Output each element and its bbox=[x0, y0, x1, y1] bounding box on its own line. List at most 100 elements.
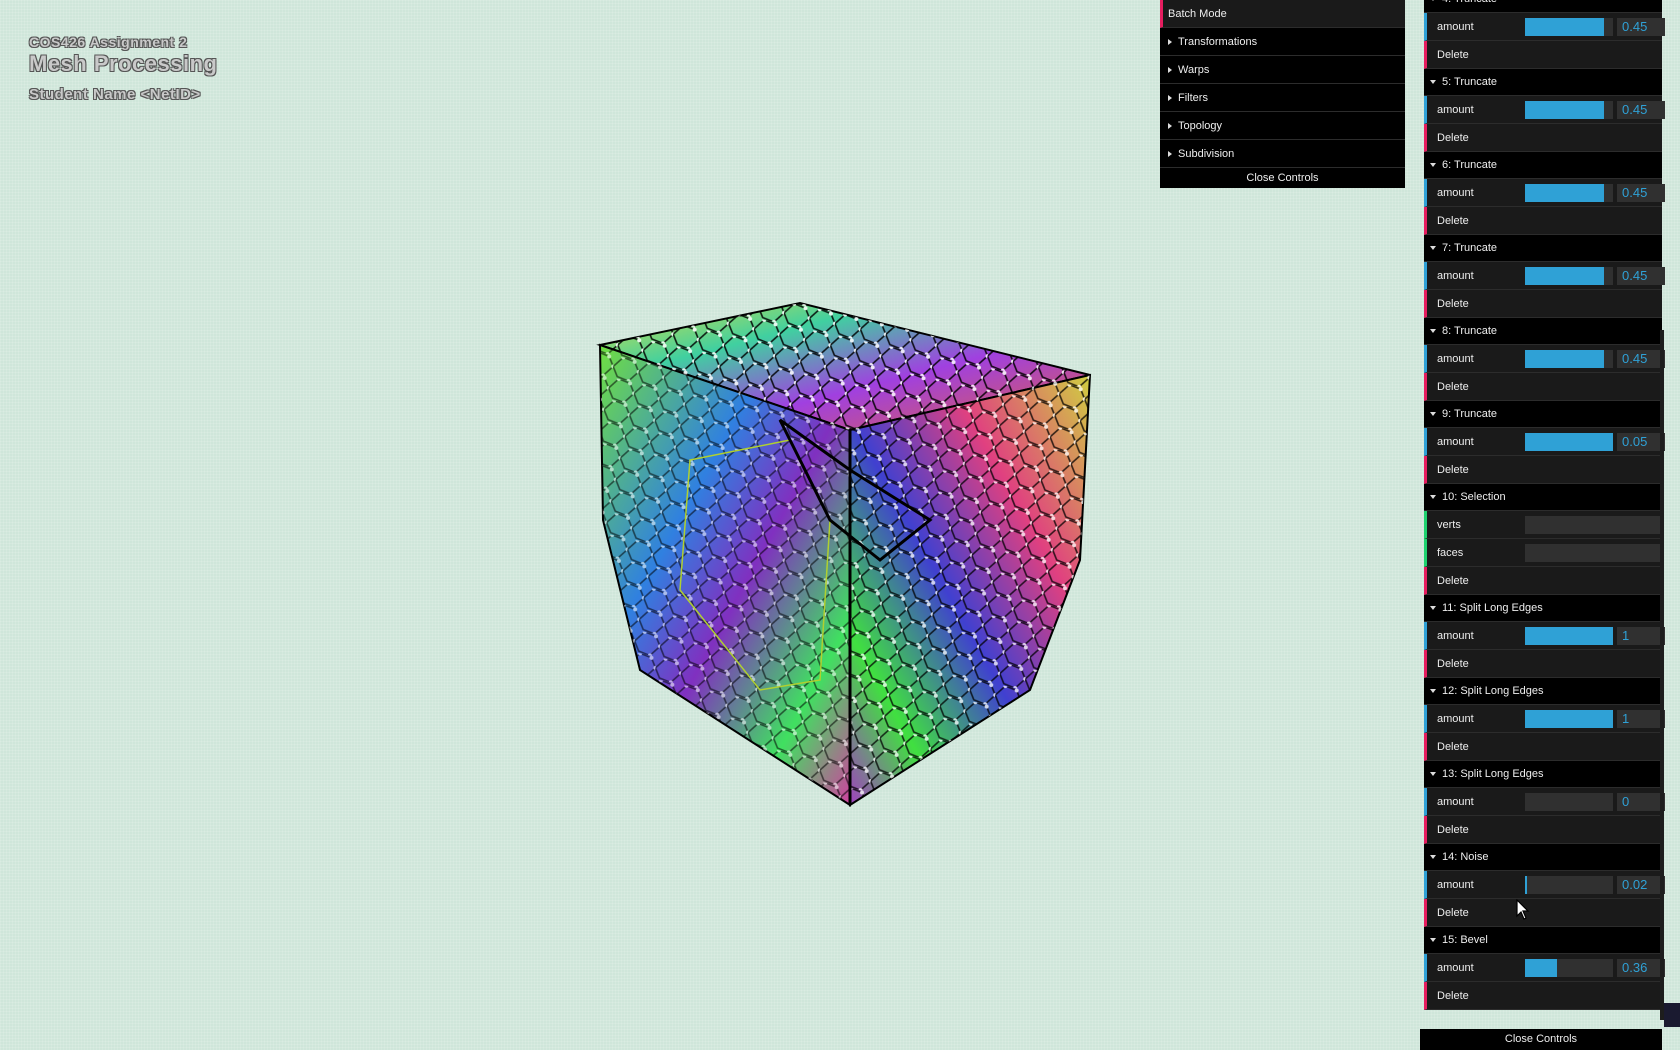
folder-warps[interactable]: Warps bbox=[1160, 56, 1405, 84]
delete-button[interactable]: Delete bbox=[1424, 290, 1662, 318]
property-label: amount bbox=[1437, 435, 1474, 448]
amount-value-input[interactable]: 0.45 bbox=[1617, 100, 1665, 119]
delete-button[interactable]: Delete bbox=[1424, 899, 1662, 927]
slider-fill bbox=[1525, 432, 1613, 451]
delete-button[interactable]: Delete bbox=[1424, 41, 1662, 69]
filter-title: 12: Split Long Edges bbox=[1442, 685, 1544, 697]
delete-button[interactable]: Delete bbox=[1424, 456, 1662, 484]
amount-value-input[interactable]: 0.36 bbox=[1617, 958, 1665, 977]
delete-button[interactable]: Delete bbox=[1424, 124, 1662, 152]
property-row: amount 1 bbox=[1424, 705, 1665, 733]
close-controls-button-2[interactable]: Close Controls bbox=[1420, 1029, 1662, 1050]
property-row: verts bbox=[1424, 511, 1663, 539]
delete-button[interactable]: Delete bbox=[1424, 373, 1662, 401]
mesh-viewport[interactable] bbox=[0, 0, 1160, 1050]
expanded-arrow-icon bbox=[1430, 772, 1436, 776]
amount-value-input[interactable]: 1 bbox=[1617, 709, 1665, 728]
amount-value-input[interactable]: 0.45 bbox=[1617, 17, 1665, 36]
panel-scrollbar[interactable] bbox=[1660, 330, 1664, 1020]
batch-mode-item[interactable]: Batch Mode bbox=[1160, 0, 1405, 28]
filter-title: 9: Truncate bbox=[1442, 408, 1498, 420]
property-label: amount bbox=[1437, 878, 1474, 891]
delete-button[interactable]: Delete bbox=[1424, 733, 1662, 761]
amount-value-input[interactable]: 1 bbox=[1617, 626, 1665, 645]
property-label: amount bbox=[1437, 352, 1474, 365]
amount-slider[interactable] bbox=[1525, 792, 1613, 811]
property-row: amount 0.05 bbox=[1424, 428, 1665, 456]
amount-value-input[interactable]: 0.45 bbox=[1617, 183, 1665, 202]
amount-slider[interactable] bbox=[1525, 17, 1613, 36]
filter-title: 10: Selection bbox=[1442, 491, 1506, 503]
collapsed-arrow-icon bbox=[1168, 94, 1172, 101]
amount-slider[interactable] bbox=[1525, 875, 1613, 894]
amount-value-input[interactable]: 0.02 bbox=[1617, 875, 1665, 894]
filter-folder[interactable]: 10: Selection bbox=[1424, 484, 1662, 511]
amount-value-input[interactable]: 0.05 bbox=[1617, 432, 1665, 451]
expanded-arrow-icon bbox=[1430, 246, 1436, 250]
delete-label: Delete bbox=[1437, 823, 1469, 836]
delete-button[interactable]: Delete bbox=[1424, 816, 1662, 844]
folder-subdivision[interactable]: Subdivision bbox=[1160, 140, 1405, 168]
property-row: amount 0.45 bbox=[1424, 345, 1665, 373]
amount-slider[interactable] bbox=[1525, 958, 1613, 977]
filter-folder[interactable]: 15: Bevel bbox=[1424, 927, 1662, 954]
amount-slider[interactable] bbox=[1525, 183, 1613, 202]
filter-folder[interactable]: 11: Split Long Edges bbox=[1424, 595, 1662, 622]
expanded-arrow-icon bbox=[1430, 412, 1436, 416]
delete-label: Delete bbox=[1437, 380, 1469, 393]
expanded-arrow-icon bbox=[1430, 938, 1436, 942]
slider-fill bbox=[1525, 266, 1605, 285]
amount-slider[interactable] bbox=[1525, 709, 1613, 728]
filter-title: 4: Truncate bbox=[1442, 0, 1497, 5]
delete-button[interactable]: Delete bbox=[1424, 650, 1662, 678]
filter-folder[interactable]: 9: Truncate bbox=[1424, 401, 1662, 428]
delete-label: Delete bbox=[1437, 214, 1469, 227]
delete-label: Delete bbox=[1437, 906, 1469, 919]
delete-label: Delete bbox=[1437, 574, 1469, 587]
filter-folder[interactable]: 7: Truncate bbox=[1424, 235, 1662, 262]
amount-slider[interactable] bbox=[1525, 349, 1613, 368]
slider-fill bbox=[1525, 349, 1605, 368]
delete-button[interactable]: Delete bbox=[1424, 207, 1662, 235]
slider-fill bbox=[1525, 958, 1557, 977]
filter-folder[interactable]: 4: Truncate bbox=[1424, 0, 1662, 13]
close-controls-button[interactable]: Close Controls bbox=[1160, 168, 1405, 188]
delete-label: Delete bbox=[1437, 463, 1469, 476]
filter-folder[interactable]: 13: Split Long Edges bbox=[1424, 761, 1662, 788]
filter-folder[interactable]: 6: Truncate bbox=[1424, 152, 1662, 179]
amount-slider[interactable] bbox=[1525, 626, 1613, 645]
amount-slider[interactable] bbox=[1525, 432, 1613, 451]
property-label: amount bbox=[1437, 712, 1474, 725]
scrollbar-thumb[interactable] bbox=[1664, 1003, 1680, 1027]
folder-label: Transformations bbox=[1178, 35, 1258, 48]
property-label: amount bbox=[1437, 269, 1474, 282]
batch-mode-label: Batch Mode bbox=[1168, 7, 1227, 20]
property-label: verts bbox=[1437, 518, 1461, 531]
filter-title: 15: Bevel bbox=[1442, 934, 1488, 946]
verts-input[interactable] bbox=[1525, 515, 1663, 534]
folder-transformations[interactable]: Transformations bbox=[1160, 28, 1405, 56]
amount-slider[interactable] bbox=[1525, 100, 1613, 119]
folder-topology[interactable]: Topology bbox=[1160, 112, 1405, 140]
collapsed-arrow-icon bbox=[1168, 38, 1172, 45]
amount-value-input[interactable]: 0 bbox=[1617, 792, 1665, 811]
delete-button[interactable]: Delete bbox=[1424, 567, 1662, 595]
filter-folder[interactable]: 14: Noise bbox=[1424, 844, 1662, 871]
property-row: amount 0.36 bbox=[1424, 954, 1665, 982]
property-label: amount bbox=[1437, 20, 1474, 33]
amount-value-input[interactable]: 0.45 bbox=[1617, 266, 1665, 285]
amount-slider[interactable] bbox=[1525, 266, 1613, 285]
filter-folder[interactable]: 5: Truncate bbox=[1424, 69, 1662, 96]
expanded-arrow-icon bbox=[1430, 606, 1436, 610]
expanded-arrow-icon bbox=[1430, 495, 1436, 499]
property-row: amount 0.45 bbox=[1424, 262, 1665, 290]
folder-filters[interactable]: Filters bbox=[1160, 84, 1405, 112]
property-label: amount bbox=[1437, 629, 1474, 642]
slider-fill bbox=[1525, 183, 1605, 202]
filter-folder[interactable]: 12: Split Long Edges bbox=[1424, 678, 1662, 705]
faces-input[interactable] bbox=[1525, 543, 1663, 562]
filter-folder[interactable]: 8: Truncate bbox=[1424, 318, 1662, 345]
amount-value-input[interactable]: 0.45 bbox=[1617, 349, 1665, 368]
expanded-arrow-icon bbox=[1430, 0, 1436, 1]
delete-button[interactable]: Delete bbox=[1424, 982, 1662, 1010]
